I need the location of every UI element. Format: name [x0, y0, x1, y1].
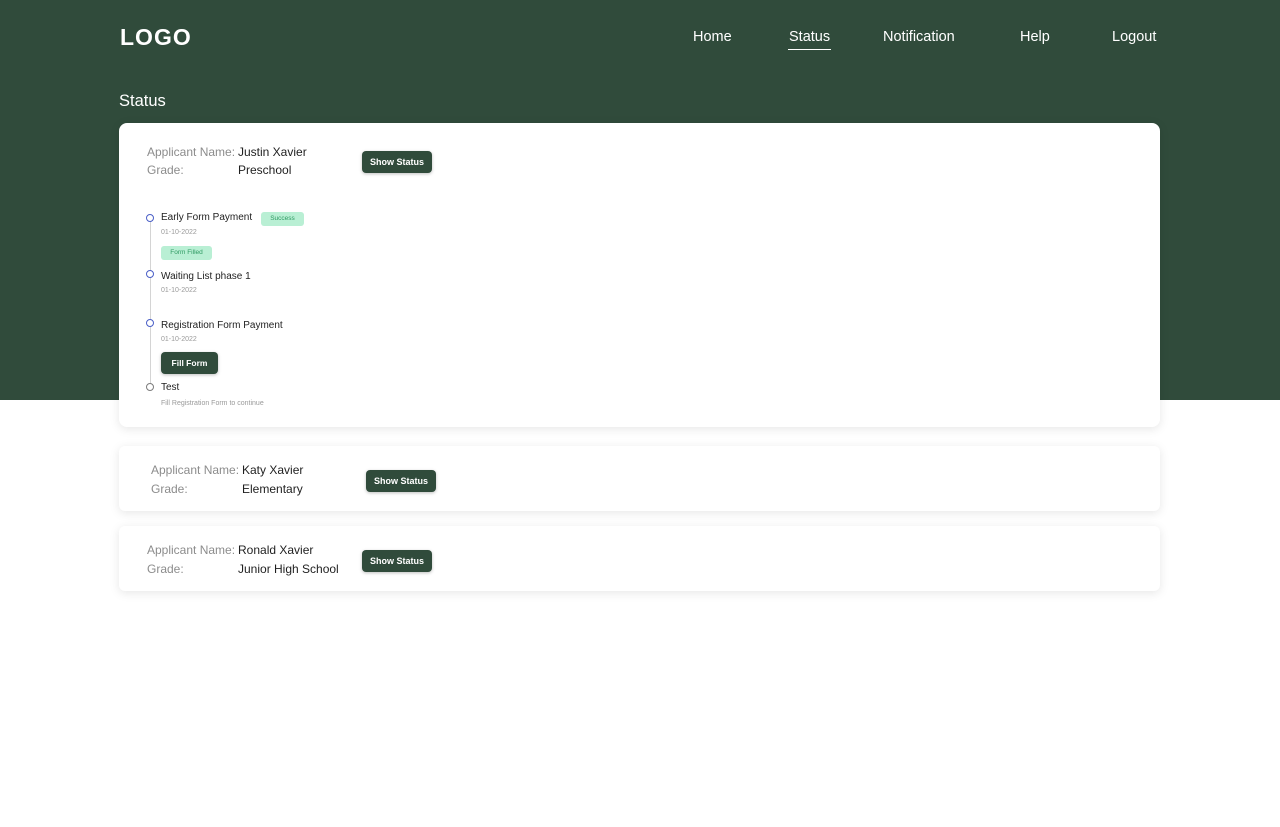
step-date: 01-10-2022: [161, 287, 197, 294]
grade-label: Grade:: [147, 562, 184, 576]
nav-help[interactable]: Help: [1020, 29, 1050, 45]
applicant-card: Applicant Name: Katy Xavier Grade: Eleme…: [119, 446, 1160, 511]
step-date: 01-10-2022: [161, 336, 197, 343]
step-date: 01-10-2022: [161, 229, 197, 236]
timeline-dot-icon: [146, 270, 154, 278]
step-title: Registration Form Payment: [161, 320, 283, 331]
logo[interactable]: LOGO: [120, 24, 192, 51]
success-badge: Success: [261, 212, 304, 226]
timeline-line: [150, 221, 151, 387]
applicant-name-value: Ronald Xavier: [238, 543, 314, 557]
show-status-button[interactable]: Show Status: [366, 470, 436, 492]
applicant-card: Applicant Name: Ronald Xavier Grade: Jun…: [119, 526, 1160, 591]
step-title: Test: [161, 382, 180, 393]
timeline-dot-icon: [146, 319, 154, 327]
show-status-button[interactable]: Show Status: [362, 151, 432, 173]
step-title: Early Form Payment: [161, 212, 253, 223]
applicant-name-label: Applicant Name:: [147, 543, 236, 557]
nav-logout[interactable]: Logout: [1112, 29, 1156, 45]
step-note: Fill Registration Form to continue: [161, 400, 264, 407]
nav-notification[interactable]: Notification: [883, 29, 955, 45]
timeline-dot-icon: [146, 214, 154, 222]
applicant-card: Applicant Name: Justin Xavier Grade: Pre…: [119, 123, 1160, 427]
applicant-name-label: Applicant Name:: [147, 145, 236, 159]
grade-value: Elementary: [242, 482, 303, 496]
show-status-button[interactable]: Show Status: [362, 550, 432, 572]
applicant-name-label: Applicant Name:: [151, 463, 240, 477]
grade-label: Grade:: [147, 163, 184, 177]
grade-value: Preschool: [238, 163, 292, 177]
applicant-name-value: Katy Xavier: [242, 463, 304, 477]
grade-label: Grade:: [151, 482, 188, 496]
applicant-name-value: Justin Xavier: [238, 145, 307, 159]
page-title: Status: [119, 92, 166, 110]
nav-status[interactable]: Status: [787, 29, 832, 50]
step-title: Waiting List phase 1: [161, 271, 251, 282]
timeline-dot-icon: [146, 383, 154, 391]
nav-home[interactable]: Home: [693, 29, 732, 45]
fill-form-button[interactable]: Fill Form: [161, 352, 218, 374]
grade-value: Junior High School: [238, 562, 339, 576]
form-filled-badge: Form Filled: [161, 246, 212, 260]
